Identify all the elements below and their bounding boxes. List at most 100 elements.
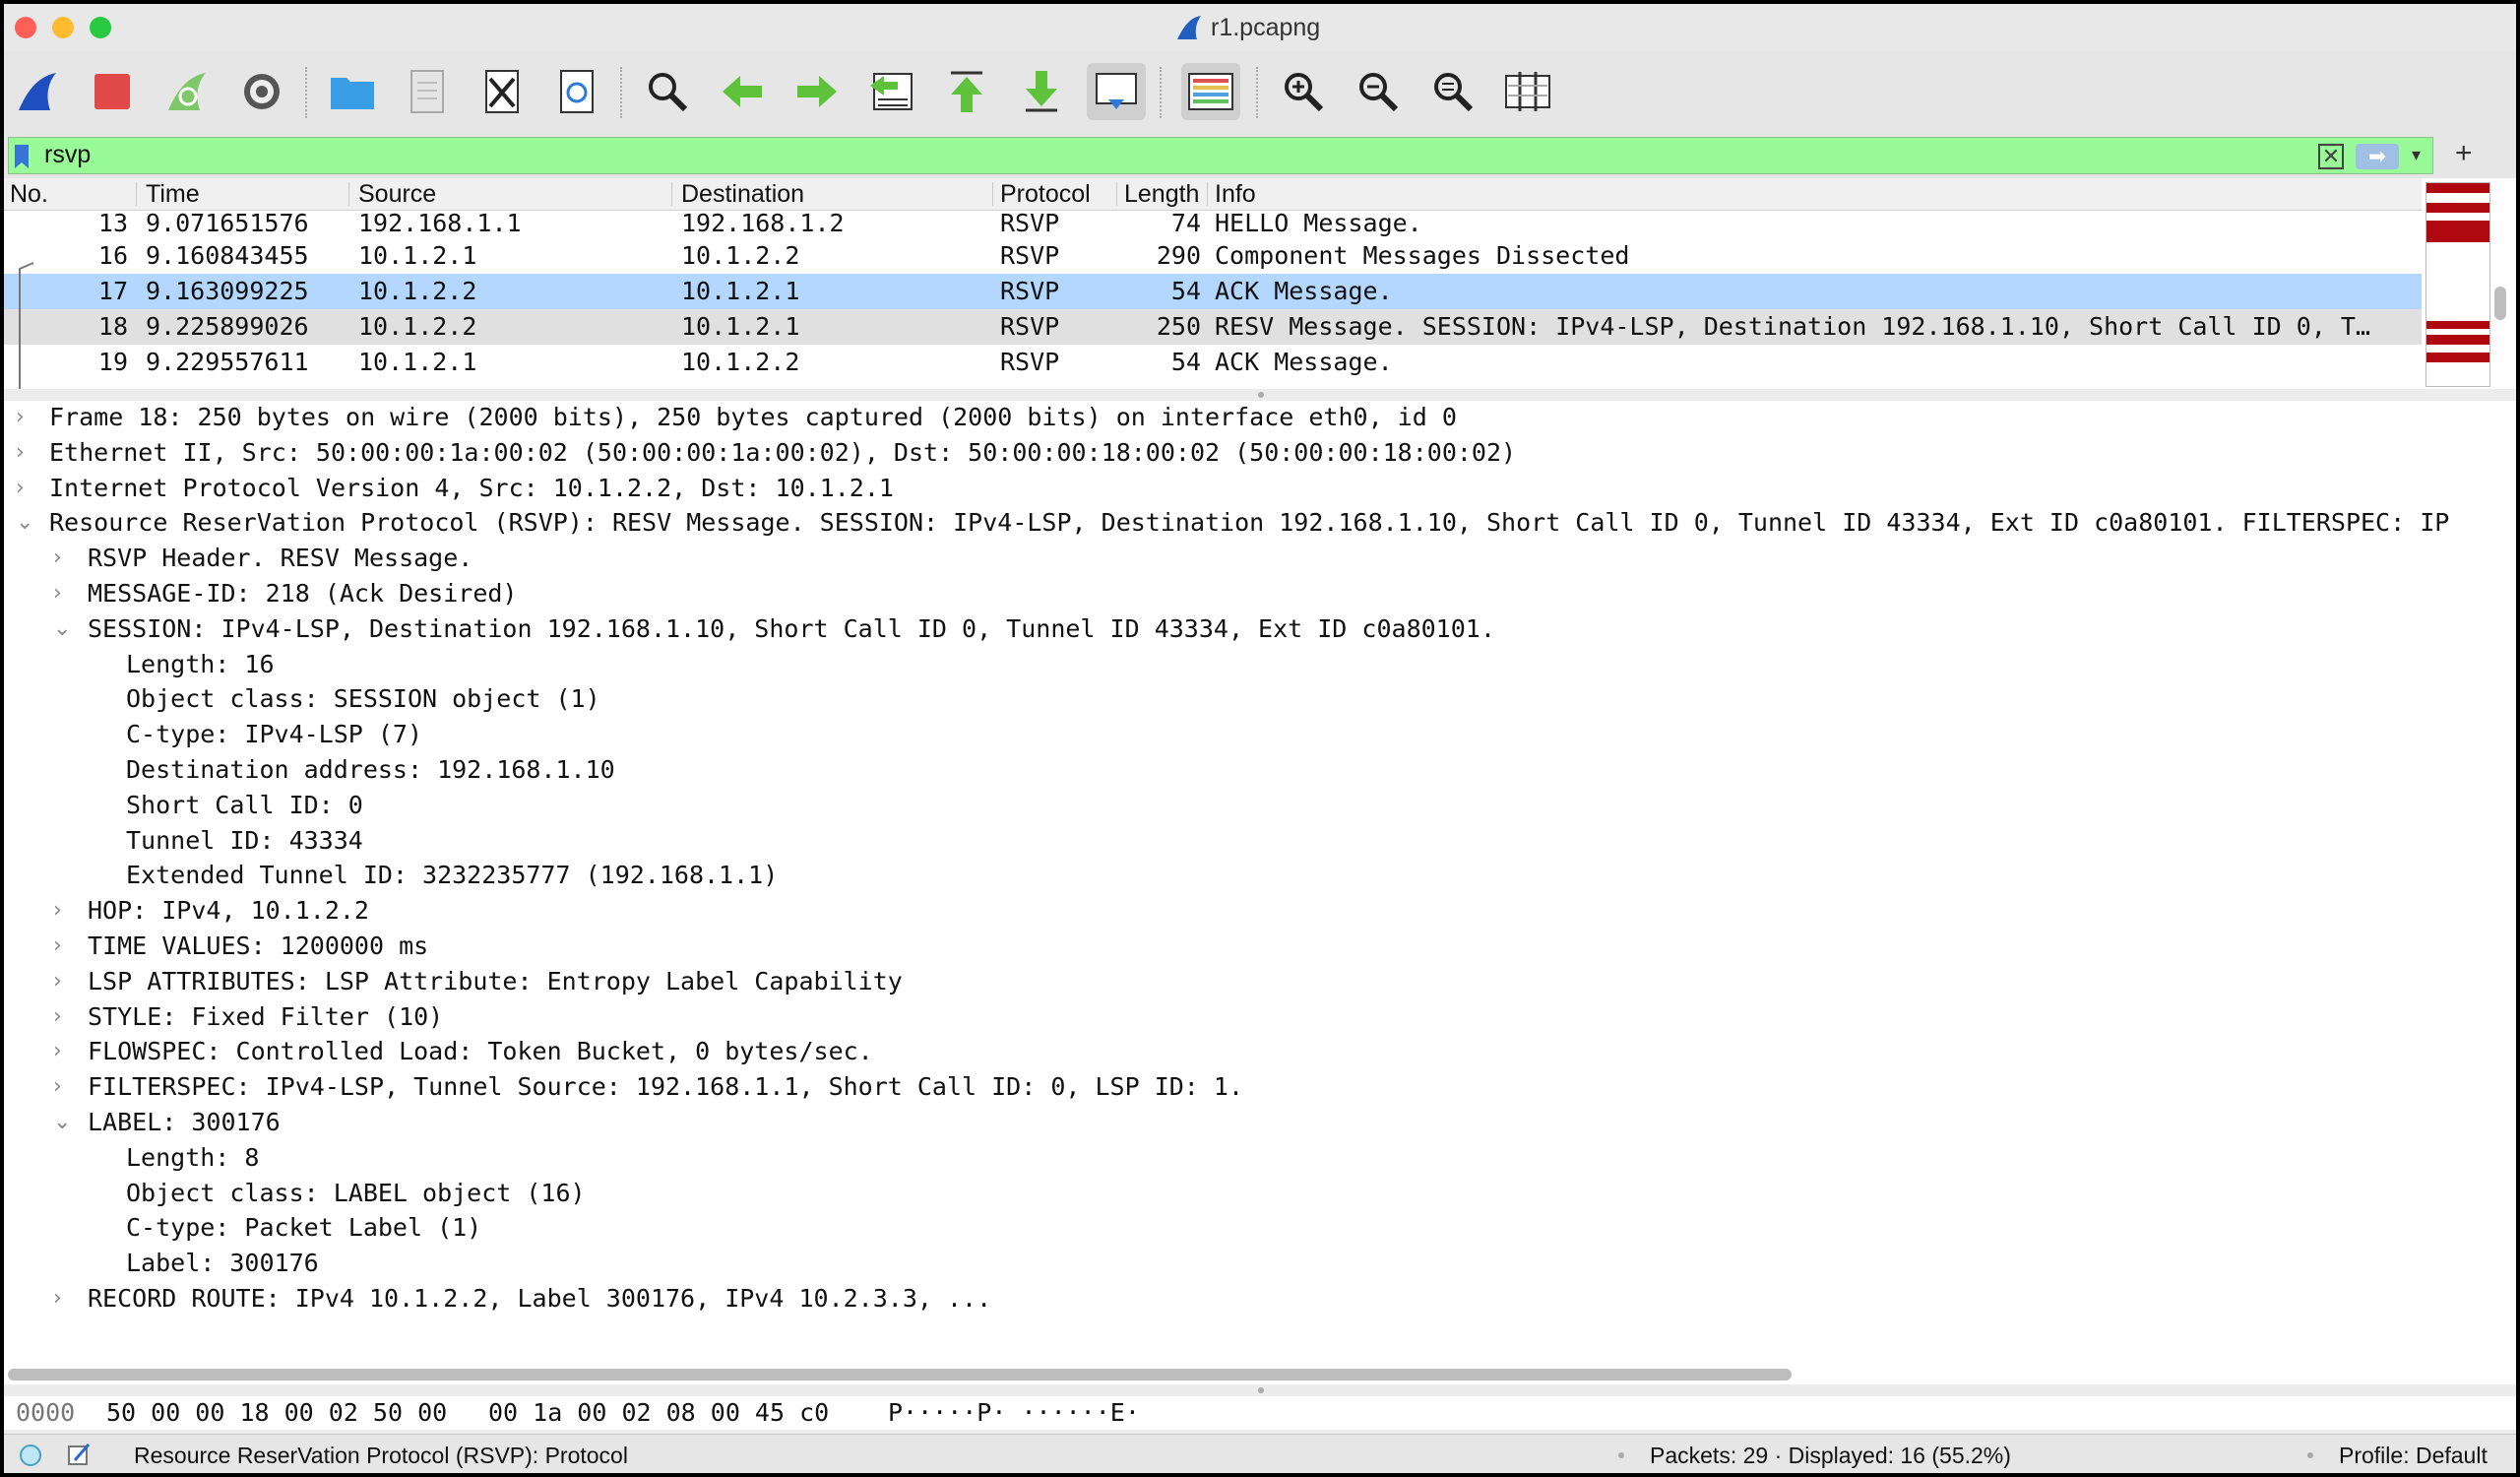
detail-tree-item[interactable]: › FILTERSPEC: IPv4-LSP, Tunnel Source: 19… xyxy=(4,1072,2516,1106)
packet-row[interactable]: 16 9.160843455 10.1.2.1 10.1.2.2 RSVP 29… xyxy=(4,238,2422,274)
bookmark-icon[interactable] xyxy=(15,145,29,168)
detail-tree-item[interactable]: ⌄ Resource ReserVation Protocol (RSVP): R… xyxy=(4,508,2516,542)
expand-chevron-icon[interactable]: › xyxy=(53,581,62,606)
detail-tree-item[interactable]: › LSP ATTRIBUTES: LSP Attribute: Entropy … xyxy=(4,967,2516,1000)
packet-protocol: RSVP xyxy=(1000,209,1060,237)
clear-filter-icon[interactable]: ✕ xyxy=(2318,144,2344,169)
detail-tree-text: Resource ReserVation Protocol (RSVP): RE… xyxy=(49,508,2450,538)
packet-time: 9.160843455 xyxy=(146,241,309,270)
apply-filter-icon[interactable]: ➡ xyxy=(2356,144,2399,169)
detail-tree-item[interactable]: › RECORD ROUTE: IPv4 10.1.2.2, Label 3001… xyxy=(4,1284,2516,1317)
start-capture-icon[interactable] xyxy=(8,63,67,120)
go-back-icon[interactable] xyxy=(713,63,772,120)
zoom-out-icon[interactable] xyxy=(1349,63,1408,120)
packet-row-current[interactable]: 18 9.225899026 10.1.2.2 10.1.2.1 RSVP 25… xyxy=(4,309,2422,345)
detail-tree-item[interactable]: › Frame 18: 250 bytes on wire (2000 bits)… xyxy=(4,403,2516,436)
first-packet-icon[interactable] xyxy=(937,63,996,120)
detail-tree-item[interactable]: C-type: Packet Label (1) xyxy=(4,1213,2516,1247)
colorize-icon[interactable] xyxy=(1181,63,1240,120)
expand-chevron-icon[interactable]: › xyxy=(53,1074,62,1099)
details-scroll-thumb[interactable] xyxy=(8,1369,1792,1381)
find-packet-icon[interactable] xyxy=(638,63,697,120)
filter-history-dropdown-icon[interactable]: ▾ xyxy=(2412,145,2421,165)
detail-tree-item[interactable]: › FLOWSPEC: Controlled Load: Token Bucket… xyxy=(4,1037,2516,1070)
expand-chevron-icon[interactable]: › xyxy=(53,933,62,958)
go-to-packet-icon[interactable] xyxy=(862,63,921,120)
detail-tree-item[interactable]: ⌄ LABEL: 300176 xyxy=(4,1108,2516,1141)
minimize-window-button[interactable] xyxy=(52,17,74,38)
expand-chevron-icon[interactable]: › xyxy=(16,405,25,429)
column-header-length[interactable]: Length xyxy=(1124,180,1201,209)
detail-tree-item[interactable]: Label: 300176 xyxy=(4,1249,2516,1282)
detail-tree-item[interactable]: › MESSAGE-ID: 218 (Ack Desired) xyxy=(4,579,2516,612)
detail-tree-item[interactable]: Destination address: 192.168.1.10 xyxy=(4,755,2516,789)
column-header-protocol[interactable]: Protocol xyxy=(1000,180,1091,209)
expert-info-icon[interactable] xyxy=(18,1443,43,1468)
detail-tree-item[interactable]: Tunnel ID: 43334 xyxy=(4,826,2516,860)
expand-chevron-icon[interactable]: › xyxy=(53,898,62,923)
column-header-info[interactable]: Info xyxy=(1215,180,1256,209)
stop-capture-icon[interactable] xyxy=(83,63,142,120)
bytes-ascii[interactable]: P·····P· ······E· xyxy=(888,1398,1140,1427)
capture-options-icon[interactable] xyxy=(232,63,291,120)
bytes-hex-first[interactable]: 50 00 00 18 00 02 50 00 xyxy=(106,1398,447,1427)
detail-tree-item[interactable]: › Ethernet II, Src: 50:00:00:1a:00:02 (50… xyxy=(4,438,2516,472)
detail-tree-item[interactable]: › HOP: IPv4, 10.1.2.2 xyxy=(4,896,2516,930)
column-header-source[interactable]: Source xyxy=(358,180,436,209)
display-filter-input[interactable]: rsvp ✕ ➡ xyxy=(8,137,2433,174)
zoom-in-icon[interactable] xyxy=(1274,63,1333,120)
restart-capture-icon[interactable] xyxy=(158,63,217,120)
pane-splitter-bytes[interactable] xyxy=(4,1384,2516,1396)
collapse-chevron-icon[interactable]: ⌄ xyxy=(16,510,33,535)
go-forward-icon[interactable] xyxy=(788,63,847,120)
detail-tree-item[interactable]: › STYLE: Fixed Filter (10) xyxy=(4,1002,2516,1036)
column-header-no[interactable]: No. xyxy=(10,180,48,209)
detail-tree-item[interactable]: › RSVP Header. RESV Message. xyxy=(4,544,2516,577)
detail-tree-item[interactable]: C-type: IPv4-LSP (7) xyxy=(4,720,2516,753)
expand-chevron-icon[interactable]: › xyxy=(16,440,25,465)
detail-tree-item[interactable]: Extended Tunnel ID: 3232235777 (192.168.… xyxy=(4,861,2516,894)
column-header-destination[interactable]: Destination xyxy=(681,180,804,209)
column-header-time[interactable]: Time xyxy=(146,180,200,209)
detail-tree-item[interactable]: Object class: SESSION object (1) xyxy=(4,684,2516,718)
bytes-hex-second[interactable]: 00 1a 00 02 08 00 45 c0 xyxy=(488,1398,829,1427)
last-packet-icon[interactable] xyxy=(1012,63,1071,120)
detail-tree-item[interactable]: ⌄ SESSION: IPv4-LSP, Destination 192.168.… xyxy=(4,614,2516,648)
packet-row[interactable]: 13 9.071651576 192.168.1.1 192.168.1.2 R… xyxy=(4,209,2422,238)
expand-chevron-icon[interactable]: › xyxy=(53,969,62,994)
normal-size-icon[interactable] xyxy=(1423,63,1482,120)
detail-tree-item[interactable]: Length: 8 xyxy=(4,1143,2516,1177)
details-horizontal-scrollbar[interactable] xyxy=(4,1361,2516,1386)
detail-tree-item[interactable]: › TIME VALUES: 1200000 ms xyxy=(4,931,2516,965)
save-file-icon[interactable] xyxy=(398,63,457,120)
detail-tree-text: SESSION: IPv4-LSP, Destination 192.168.1… xyxy=(88,613,1495,643)
packet-row-selected[interactable]: 17 9.163099225 10.1.2.2 10.1.2.1 RSVP 54… xyxy=(4,274,2422,309)
edit-comment-icon[interactable] xyxy=(65,1441,93,1468)
packet-info: HELLO Message. xyxy=(1215,209,1422,237)
add-filter-button-icon[interactable]: + xyxy=(2455,137,2473,170)
autoscroll-icon[interactable] xyxy=(1087,63,1146,120)
packet-list-scrollbar[interactable] xyxy=(2494,287,2506,320)
expand-chevron-icon[interactable]: › xyxy=(53,1039,62,1063)
packet-row[interactable]: 19 9.229557611 10.1.2.1 10.1.2.2 RSVP 54… xyxy=(4,345,2422,380)
close-window-button[interactable] xyxy=(15,17,36,38)
close-file-icon[interactable] xyxy=(472,63,532,120)
expand-chevron-icon[interactable]: › xyxy=(53,1286,62,1311)
collapse-chevron-icon[interactable]: ⌄ xyxy=(53,616,71,641)
expand-chevron-icon[interactable]: › xyxy=(16,476,25,500)
expand-chevron-icon[interactable]: › xyxy=(53,1004,62,1029)
open-file-icon[interactable] xyxy=(323,63,382,120)
detail-tree-item[interactable]: Object class: LABEL object (16) xyxy=(4,1179,2516,1212)
pane-splitter[interactable] xyxy=(4,389,2516,401)
status-profile[interactable]: Profile: Default xyxy=(2339,1443,2488,1469)
resize-columns-icon[interactable] xyxy=(1498,63,1557,120)
expand-chevron-icon[interactable]: › xyxy=(53,546,62,570)
detail-tree-item[interactable]: Length: 16 xyxy=(4,650,2516,683)
detail-tree-item[interactable]: › Internet Protocol Version 4, Src: 10.1.… xyxy=(4,474,2516,507)
detail-tree-item[interactable]: Short Call ID: 0 xyxy=(4,791,2516,824)
reload-file-icon[interactable] xyxy=(547,63,606,120)
maximize-window-button[interactable] xyxy=(90,17,111,38)
collapse-chevron-icon[interactable]: ⌄ xyxy=(53,1110,71,1134)
detail-tree-text: Length: 16 xyxy=(126,649,275,678)
packet-minimap[interactable] xyxy=(2426,182,2490,387)
